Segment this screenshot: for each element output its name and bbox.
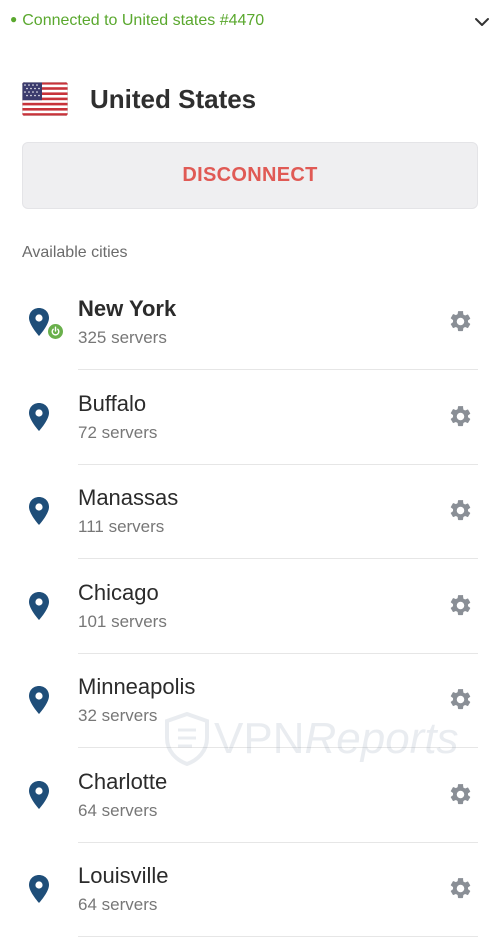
city-server-count: 72 servers — [78, 423, 158, 442]
city-item-new-york[interactable]: New York 325 servers — [0, 275, 500, 370]
gear-icon[interactable] — [448, 782, 473, 807]
location-pin-icon — [29, 592, 49, 620]
location-pin-icon — [29, 686, 49, 714]
gear-icon[interactable] — [448, 309, 473, 334]
list-divider — [78, 936, 478, 937]
city-server-count: 111 servers — [78, 517, 165, 536]
connected-power-icon — [46, 322, 65, 341]
available-cities-label: Available cities — [22, 244, 128, 261]
city-server-count: 101 servers — [78, 612, 167, 631]
city-name: Chicago — [78, 580, 159, 605]
disconnect-button[interactable]: DISCONNECT — [22, 142, 478, 209]
city-name: Buffalo — [78, 391, 147, 416]
location-pin-icon — [29, 781, 49, 809]
city-item-manassas[interactable]: Manassas 111 servers — [0, 464, 500, 559]
country-name: United States — [90, 84, 257, 114]
gear-icon[interactable] — [448, 404, 473, 429]
city-name: New York — [78, 296, 177, 321]
gear-icon[interactable] — [448, 876, 473, 901]
selected-country: United States — [22, 80, 482, 120]
location-pin-icon — [29, 497, 49, 525]
city-item-louisville[interactable]: Louisville 64 servers — [0, 842, 500, 937]
city-server-count: 64 servers — [78, 801, 158, 820]
gear-icon[interactable] — [448, 593, 473, 618]
city-name: Manassas — [78, 485, 179, 510]
city-name: Louisville — [78, 863, 169, 888]
us-flag-icon — [22, 82, 68, 116]
location-pin-icon — [29, 403, 49, 431]
location-pin-icon — [29, 875, 49, 903]
city-item-minneapolis[interactable]: Minneapolis 32 servers — [0, 653, 500, 748]
city-server-count: 64 servers — [78, 895, 158, 914]
city-item-buffalo[interactable]: Buffalo 72 servers — [0, 370, 500, 465]
city-server-count: 32 servers — [78, 706, 158, 725]
city-server-count: 325 servers — [78, 328, 167, 347]
city-name: Charlotte — [78, 769, 168, 794]
gear-icon[interactable] — [448, 687, 473, 712]
connection-status: ● Connected to United states #4470 — [10, 12, 264, 30]
city-name: Minneapolis — [78, 674, 196, 699]
status-dot-icon: ● — [10, 12, 18, 26]
connection-status-bar: ● Connected to United states #4470 — [0, 0, 500, 46]
gear-icon[interactable] — [448, 498, 473, 523]
connection-status-text: Connected to United states #4470 — [22, 12, 265, 29]
city-item-charlotte[interactable]: Charlotte 64 servers — [0, 748, 500, 843]
chevron-down-icon[interactable] — [472, 12, 492, 32]
city-item-chicago[interactable]: Chicago 101 servers — [0, 559, 500, 654]
